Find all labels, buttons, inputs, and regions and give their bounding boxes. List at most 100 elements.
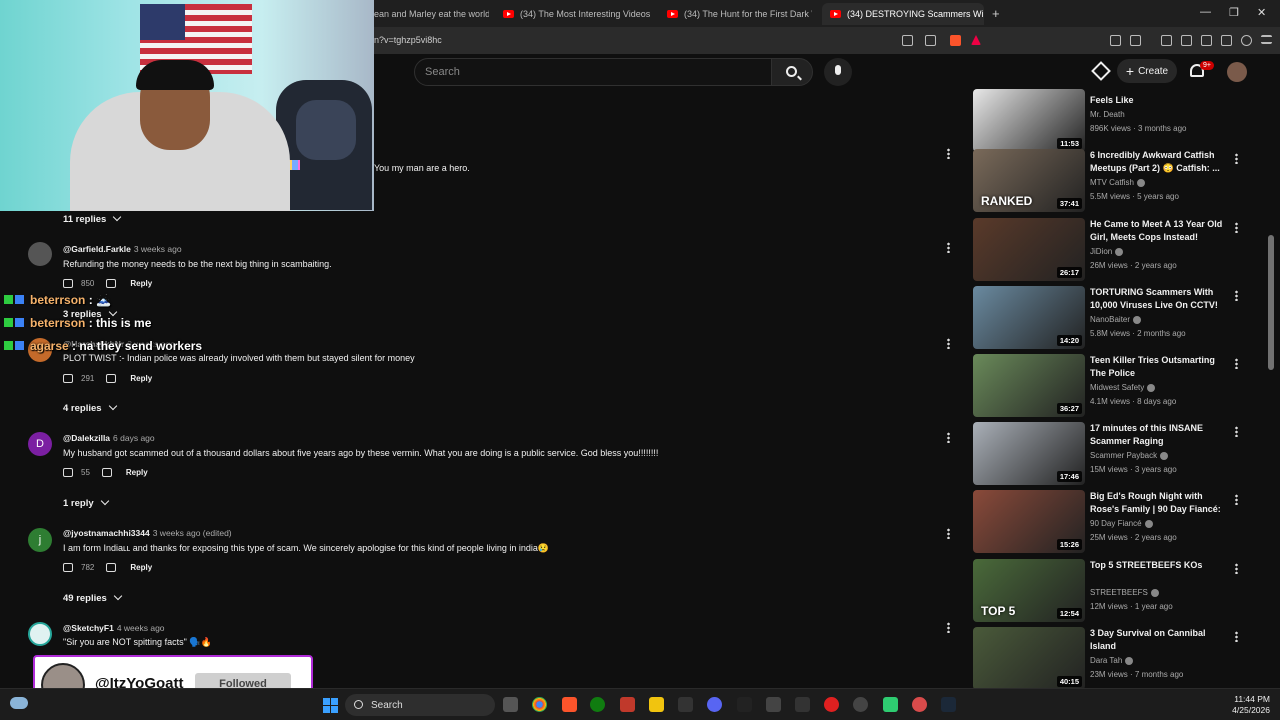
- video-channel[interactable]: NanoBaiter: [1090, 315, 1142, 324]
- replies-toggle[interactable]: 1 reply: [63, 496, 109, 509]
- comment-author[interactable]: @SketchyF1: [63, 623, 114, 633]
- video-thumbnail[interactable]: TOP 5 12:54: [973, 559, 1085, 622]
- maximize-icon[interactable]: ❐: [1229, 6, 1239, 19]
- leo-icon[interactable]: [1221, 35, 1232, 46]
- share-icon[interactable]: [925, 35, 936, 46]
- video-channel[interactable]: Dara Tah: [1090, 656, 1134, 665]
- video-channel[interactable]: Midwest Safety: [1090, 383, 1156, 392]
- video-thumbnail[interactable]: 14:20: [973, 286, 1085, 349]
- app-icon[interactable]: [795, 697, 810, 712]
- video-card[interactable]: 14:20 TORTURING Scammers With 10,000 Viru…: [973, 286, 1241, 350]
- search-button[interactable]: [771, 58, 813, 86]
- dislike-icon[interactable]: [106, 374, 117, 383]
- comment-author[interactable]: @Dalekzilla: [63, 433, 110, 443]
- avatar[interactable]: [28, 622, 52, 646]
- more-icon[interactable]: [1235, 358, 1238, 369]
- more-icon[interactable]: [1235, 426, 1238, 437]
- browser-tab[interactable]: ean and Marley eat the world's: [374, 5, 489, 23]
- video-thumbnail[interactable]: 17:46: [973, 422, 1085, 485]
- video-title[interactable]: Feels Like: [1090, 94, 1228, 107]
- reply-button[interactable]: Reply: [130, 374, 152, 383]
- sidebar-icon[interactable]: [1181, 35, 1192, 46]
- menu-icon[interactable]: [1261, 35, 1272, 44]
- more-icon[interactable]: [947, 242, 950, 253]
- video-card[interactable]: 17:46 17 minutes of this INSANE Scammer R…: [973, 422, 1241, 486]
- dislike-icon[interactable]: [106, 563, 117, 572]
- more-icon[interactable]: [1235, 153, 1238, 164]
- browser-tab[interactable]: (34) The Most Interesting Videos on: [503, 5, 653, 23]
- video-card[interactable]: 15:26 Big Ed's Rough Night with Rose's Fa…: [973, 490, 1241, 554]
- video-title[interactable]: Teen Killer Tries Outsmarting The Police: [1090, 354, 1228, 380]
- premium-icon[interactable]: [1091, 61, 1111, 81]
- mic-icon[interactable]: [824, 58, 852, 86]
- opera-icon[interactable]: [824, 697, 839, 712]
- comment-time[interactable]: 4 weeks ago: [117, 623, 165, 633]
- extensions-icon[interactable]: [1110, 35, 1121, 46]
- comment-author[interactable]: @Garfield.Farkle: [63, 244, 131, 254]
- scrollbar[interactable]: [1268, 235, 1274, 370]
- dislike-icon[interactable]: [106, 279, 117, 288]
- task-view-icon[interactable]: [503, 697, 518, 712]
- brave-rewards-icon[interactable]: [971, 35, 981, 45]
- video-thumbnail[interactable]: RANKED 37:41: [973, 149, 1085, 212]
- wallet-icon[interactable]: [1130, 35, 1141, 46]
- search-input[interactable]: Search: [414, 58, 772, 86]
- replies-toggle[interactable]: 11 replies: [63, 212, 122, 225]
- avatar[interactable]: [28, 242, 52, 266]
- comment-time[interactable]: 6 days ago: [113, 433, 155, 443]
- app-icon[interactable]: [912, 697, 927, 712]
- brave-shield-icon[interactable]: [950, 35, 961, 46]
- weather-icon[interactable]: [10, 697, 28, 709]
- close-window-icon[interactable]: ✕: [1257, 6, 1266, 19]
- video-thumbnail[interactable]: 40:15: [973, 627, 1085, 690]
- app-icon[interactable]: [883, 697, 898, 712]
- video-title[interactable]: 6 Incredibly Awkward Catfish Meetups (Pa…: [1090, 149, 1228, 175]
- more-icon[interactable]: [1235, 631, 1238, 642]
- music-icon[interactable]: [1161, 35, 1172, 46]
- video-title[interactable]: 17 minutes of this INSANE Scammer Raging: [1090, 422, 1228, 448]
- avatar[interactable]: D: [28, 432, 52, 456]
- video-thumbnail[interactable]: 26:17: [973, 218, 1085, 281]
- video-card[interactable]: 26:17 He Came to Meet A 13 Year Old Girl,…: [973, 218, 1241, 282]
- video-title[interactable]: He Came to Meet A 13 Year Old Girl, Meet…: [1090, 218, 1228, 244]
- video-title[interactable]: 3 Day Survival on Cannibal Island: [1090, 627, 1228, 653]
- chrome-icon[interactable]: [532, 697, 547, 712]
- clock[interactable]: 11:44 PM 4/25/2026: [1226, 694, 1270, 716]
- folder-icon[interactable]: [649, 697, 664, 712]
- new-tab-button[interactable]: +: [992, 6, 1000, 21]
- more-icon[interactable]: [1235, 290, 1238, 301]
- video-title[interactable]: Top 5 STREETBEEFS KOs: [1090, 559, 1228, 572]
- taskbar-search[interactable]: Search: [345, 694, 495, 716]
- url-text[interactable]: n?v=tghzp5vi8hc: [374, 35, 442, 45]
- video-channel[interactable]: STREETBEEFS: [1090, 588, 1159, 597]
- app-icon[interactable]: [737, 697, 752, 712]
- reply-button[interactable]: Reply: [126, 468, 148, 477]
- video-card[interactable]: RANKED 37:41 6 Incredibly Awkward Catfish …: [973, 149, 1241, 213]
- reply-button[interactable]: Reply: [130, 279, 152, 288]
- comment-author[interactable]: @jyostnamachhi3344: [63, 528, 150, 538]
- windows-start-icon[interactable]: [323, 698, 338, 713]
- more-icon[interactable]: [947, 432, 950, 443]
- video-channel[interactable]: 90 Day Fiancé: [1090, 519, 1153, 528]
- discord-icon[interactable]: [707, 697, 722, 712]
- brave-icon[interactable]: [562, 697, 577, 712]
- video-channel[interactable]: MTV Catfish: [1090, 178, 1146, 187]
- video-card[interactable]: 40:15 3 Day Survival on Cannibal Island Da…: [973, 627, 1241, 691]
- xbox-icon[interactable]: [590, 697, 605, 712]
- like-icon[interactable]: [63, 468, 73, 477]
- browser-tab[interactable]: (34) The Hunt for the First Dark Web: [667, 5, 812, 23]
- dislike-icon[interactable]: [101, 468, 112, 477]
- app-icon[interactable]: [766, 697, 781, 712]
- video-title[interactable]: Big Ed's Rough Night with Rose's Family …: [1090, 490, 1228, 517]
- browser-tab-active[interactable]: (34) DESTROYING Scammers Wi✕: [822, 3, 984, 25]
- avatar[interactable]: [1227, 62, 1247, 82]
- minimize-icon[interactable]: —: [1200, 6, 1211, 18]
- video-thumbnail[interactable]: 15:26: [973, 490, 1085, 553]
- like-icon[interactable]: [63, 563, 73, 572]
- avatar[interactable]: j: [28, 528, 52, 552]
- capcut-icon[interactable]: [678, 697, 693, 712]
- replies-toggle[interactable]: 4 replies: [63, 401, 117, 414]
- video-title[interactable]: TORTURING Scammers With 10,000 Viruses L…: [1090, 286, 1228, 312]
- video-card[interactable]: 36:27 Teen Killer Tries Outsmarting The P…: [973, 354, 1241, 418]
- more-icon[interactable]: [1235, 494, 1238, 505]
